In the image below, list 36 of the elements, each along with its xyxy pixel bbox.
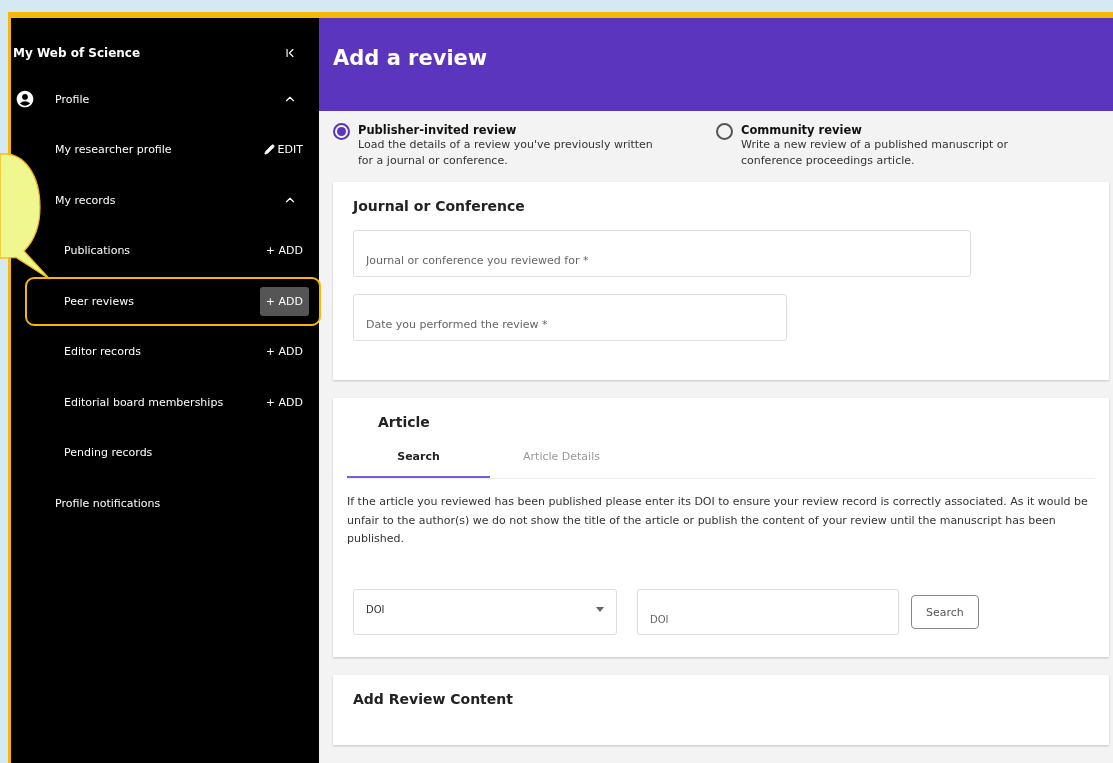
sidebar-title: My Web of Science bbox=[13, 46, 142, 60]
sidebar-item[interactable]: Editorial board memberships bbox=[64, 395, 260, 409]
option-description: Load the details of a review you've previously written for a journal or conference. bbox=[358, 137, 654, 168]
sidebar-item[interactable]: My researcher profile bbox=[55, 143, 258, 157]
info-text: If the article you reviewed has been published please enter its DOI to ensure your review record is correctly associated. As it would be unfair to the author(s) we do not show the title of the article or publish the content of your review until the manuscript has been published. bbox=[347, 493, 1089, 548]
option-description: Write a new review of a published manuscript or conference proceedings article. bbox=[741, 137, 1010, 168]
pencil-icon bbox=[263, 144, 275, 156]
page-title: Add a review bbox=[333, 45, 488, 70]
add-button[interactable]: + ADD bbox=[259, 286, 309, 316]
collapse-icon[interactable] bbox=[283, 46, 297, 60]
sidebar-item[interactable]: Editor records bbox=[64, 345, 260, 359]
sidebar-item[interactable]: My records bbox=[55, 193, 283, 207]
card-title: Add Review Content bbox=[353, 691, 514, 707]
add-button[interactable]: + ADD bbox=[259, 236, 309, 266]
input-field[interactable]: DOI bbox=[637, 589, 899, 635]
sidebar-item[interactable]: Peer reviews bbox=[64, 294, 260, 308]
option-title: Publisher-invited review bbox=[358, 123, 518, 138]
card-title: Article bbox=[378, 413, 431, 430]
add-button[interactable]: + ADD bbox=[259, 387, 309, 417]
input-field[interactable]: Journal or conference you reviewed for * bbox=[353, 229, 971, 277]
sidebar-item[interactable]: Profile bbox=[55, 92, 283, 106]
sidebar-item[interactable]: Publications bbox=[64, 244, 260, 258]
sidebar-item[interactable]: Pending records bbox=[64, 446, 309, 460]
option-title: Community review bbox=[741, 123, 863, 138]
radio-button[interactable] bbox=[333, 123, 350, 141]
add-button[interactable]: + ADD bbox=[259, 337, 309, 367]
edit-button[interactable]: EDIT bbox=[257, 135, 309, 165]
search-button[interactable]: Search bbox=[911, 595, 979, 629]
user-icon bbox=[15, 89, 35, 110]
sidebar-item[interactable]: Profile notifications bbox=[55, 496, 309, 510]
caret-icon bbox=[596, 606, 604, 612]
radio-button[interactable] bbox=[716, 123, 733, 141]
input-field[interactable]: Date you performed the review * bbox=[353, 293, 787, 341]
id-type-dropdown[interactable]: DOI bbox=[353, 589, 617, 635]
card-title: Journal or Conference bbox=[353, 197, 526, 214]
tab[interactable]: Search bbox=[347, 437, 490, 478]
